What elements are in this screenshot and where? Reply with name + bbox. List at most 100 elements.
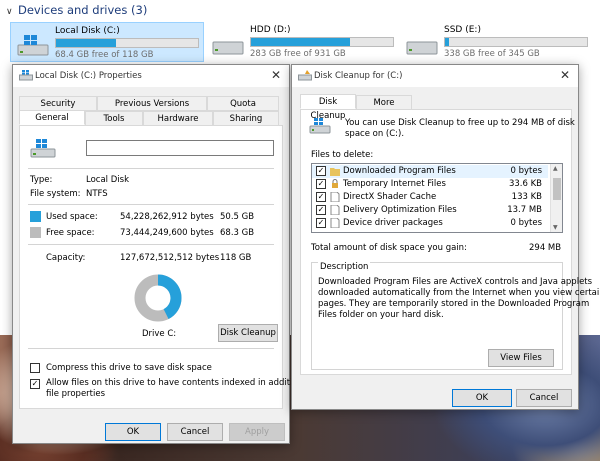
drive-windows-icon xyxy=(19,70,33,81)
files-to-delete-list[interactable]: ✓ Downloaded Program Files 0 bytes ✓ Tem… xyxy=(311,163,563,233)
tab-security[interactable]: Security xyxy=(19,96,97,111)
tab-tools[interactable]: Tools xyxy=(85,111,143,126)
drive-icon xyxy=(212,41,244,55)
chevron-down-icon[interactable]: ∨ xyxy=(6,7,18,17)
scroll-up-icon[interactable]: ▲ xyxy=(553,165,558,172)
cleanup-intro-cont: space on (C:). xyxy=(345,129,405,139)
divider xyxy=(28,244,274,245)
list-scrollbar[interactable]: ▲ ▼ xyxy=(550,164,562,232)
section-title: Devices and drives (3) xyxy=(18,3,148,17)
drive-usage-fill xyxy=(56,39,116,47)
file-icon xyxy=(330,192,340,202)
used-space-gb: 50.5 GB xyxy=(220,212,255,222)
file-size: 33.6 KB xyxy=(508,179,542,189)
drive-usage-bar xyxy=(444,37,588,47)
drive-name: HDD (D:) xyxy=(250,25,291,35)
file-icon xyxy=(330,218,340,228)
free-space-swatch xyxy=(30,227,41,238)
drive-windows-icon xyxy=(17,35,49,56)
drive-usage-bar xyxy=(55,38,199,48)
tab-sharing[interactable]: Sharing xyxy=(213,111,279,126)
file-size: 133 KB xyxy=(511,192,542,202)
cleanup-titlebar[interactable]: Disk Cleanup for (C:) ✕ xyxy=(292,65,578,87)
free-space-label: Free space: xyxy=(46,228,95,238)
file-name: Downloaded Program Files xyxy=(343,166,456,176)
free-space-bytes: 73,444,249,600 bytes xyxy=(120,228,214,238)
file-name: Temporary Internet Files xyxy=(343,179,446,189)
file-checkbox[interactable]: ✓ xyxy=(316,192,326,202)
drive-windows-icon xyxy=(30,139,56,158)
file-checkbox[interactable]: ✓ xyxy=(316,166,326,176)
apply-button[interactable]: Apply xyxy=(229,423,285,441)
description-group: Description Downloaded Program Files are… xyxy=(311,262,600,370)
scroll-down-icon[interactable]: ▼ xyxy=(553,224,558,231)
files-to-delete-label: Files to delete: xyxy=(311,150,374,160)
tab-hardware[interactable]: Hardware xyxy=(143,111,213,126)
file-name: Delivery Optimization Files xyxy=(343,205,457,215)
file-checkbox[interactable]: ✓ xyxy=(316,218,326,228)
list-item[interactable]: ✓ Downloaded Program Files 0 bytes xyxy=(312,165,548,178)
dialog-title: Disk Cleanup for (C:) xyxy=(314,71,403,81)
disk-cleanup-dialog: Disk Cleanup for (C:) ✕ Disk Cleanup Mor… xyxy=(291,64,600,410)
description-legend: Description xyxy=(318,262,371,272)
tab-more-options[interactable]: More Options xyxy=(356,95,412,122)
drive-usage-fill xyxy=(251,38,351,46)
divider xyxy=(28,204,274,205)
tab-general[interactable]: General xyxy=(19,110,85,125)
type-label: Type: xyxy=(30,175,53,185)
drive-name: SSD (E:) xyxy=(444,25,481,35)
ok-button[interactable]: OK xyxy=(452,389,512,407)
used-space-swatch xyxy=(30,211,41,222)
devices-section-header[interactable]: ∨ Devices and drives (3) xyxy=(6,3,147,17)
tab-disk-cleanup[interactable]: Disk Cleanup xyxy=(300,94,356,121)
list-item[interactable]: ✓ DirectX Shader Cache 133 KB xyxy=(312,191,548,204)
drive-free-text: 338 GB free of 345 GB xyxy=(444,49,540,59)
divider xyxy=(28,168,274,169)
file-name: DirectX Shader Cache xyxy=(343,192,437,202)
ok-button[interactable]: OK xyxy=(105,423,161,441)
cleanup-intro: You can use Disk Cleanup to free up to 2… xyxy=(345,118,575,128)
description-text: downloaded automatically from the Intern… xyxy=(318,288,600,298)
used-space-label: Used space: xyxy=(46,212,98,222)
file-checkbox[interactable]: ✓ xyxy=(316,179,326,189)
used-space-bytes: 54,228,262,912 bytes xyxy=(120,212,214,222)
compress-label: Compress this drive to save disk space xyxy=(46,363,212,373)
folder-icon xyxy=(330,168,340,176)
tab-quota[interactable]: Quota xyxy=(207,96,279,111)
file-size: 13.7 MB xyxy=(507,205,542,215)
filesystem-value: NTFS xyxy=(86,189,108,199)
file-checkbox[interactable]: ✓ xyxy=(316,205,326,215)
list-item[interactable]: ✓ Device driver packages 0 bytes xyxy=(312,217,548,230)
total-gain-value: 294 MB xyxy=(529,243,562,253)
tab-previous-versions[interactable]: Previous Versions xyxy=(97,96,207,111)
index-label-cont: file properties xyxy=(46,389,106,399)
free-space-gb: 68.3 GB xyxy=(220,228,255,238)
drive-d[interactable]: HDD (D:) 283 GB free of 931 GB xyxy=(206,22,396,62)
type-value: Local Disk xyxy=(86,175,129,185)
drive-usage-fill xyxy=(445,38,450,46)
close-icon[interactable]: ✕ xyxy=(271,68,281,82)
properties-titlebar[interactable]: Local Disk (C:) Properties ✕ xyxy=(13,65,289,87)
drive-usage-bar xyxy=(250,37,394,47)
divider xyxy=(28,348,274,349)
cancel-button[interactable]: Cancel xyxy=(167,423,223,441)
capacity-gb: 118 GB xyxy=(220,253,252,263)
compress-checkbox[interactable] xyxy=(30,363,40,373)
dialog-title: Local Disk (C:) Properties xyxy=(35,71,142,81)
drive-e[interactable]: SSD (E:) 338 GB free of 345 GB xyxy=(400,22,596,62)
list-item[interactable]: ✓ Delivery Optimization Files 13.7 MB xyxy=(312,204,548,217)
scrollbar-thumb[interactable] xyxy=(553,178,561,200)
disk-cleanup-button[interactable]: Disk Cleanup xyxy=(218,324,278,342)
drive-free-text: 283 GB free of 931 GB xyxy=(250,49,346,59)
drive-free-text: 68.4 GB free of 118 GB xyxy=(55,50,154,60)
view-files-button[interactable]: View Files xyxy=(488,349,554,367)
close-icon[interactable]: ✕ xyxy=(560,68,570,82)
drive-name: Local Disk (C:) xyxy=(55,26,120,36)
list-item[interactable]: ✓ Temporary Internet Files 33.6 KB xyxy=(312,178,548,191)
drive-label-input[interactable] xyxy=(86,140,274,156)
drive-c[interactable]: Local Disk (C:) 68.4 GB free of 118 GB xyxy=(10,22,204,62)
file-size: 0 bytes xyxy=(510,218,542,228)
total-gain-label: Total amount of disk space you gain: xyxy=(311,243,467,253)
cancel-button[interactable]: Cancel xyxy=(516,389,572,407)
index-checkbox[interactable]: ✓ xyxy=(30,379,40,389)
